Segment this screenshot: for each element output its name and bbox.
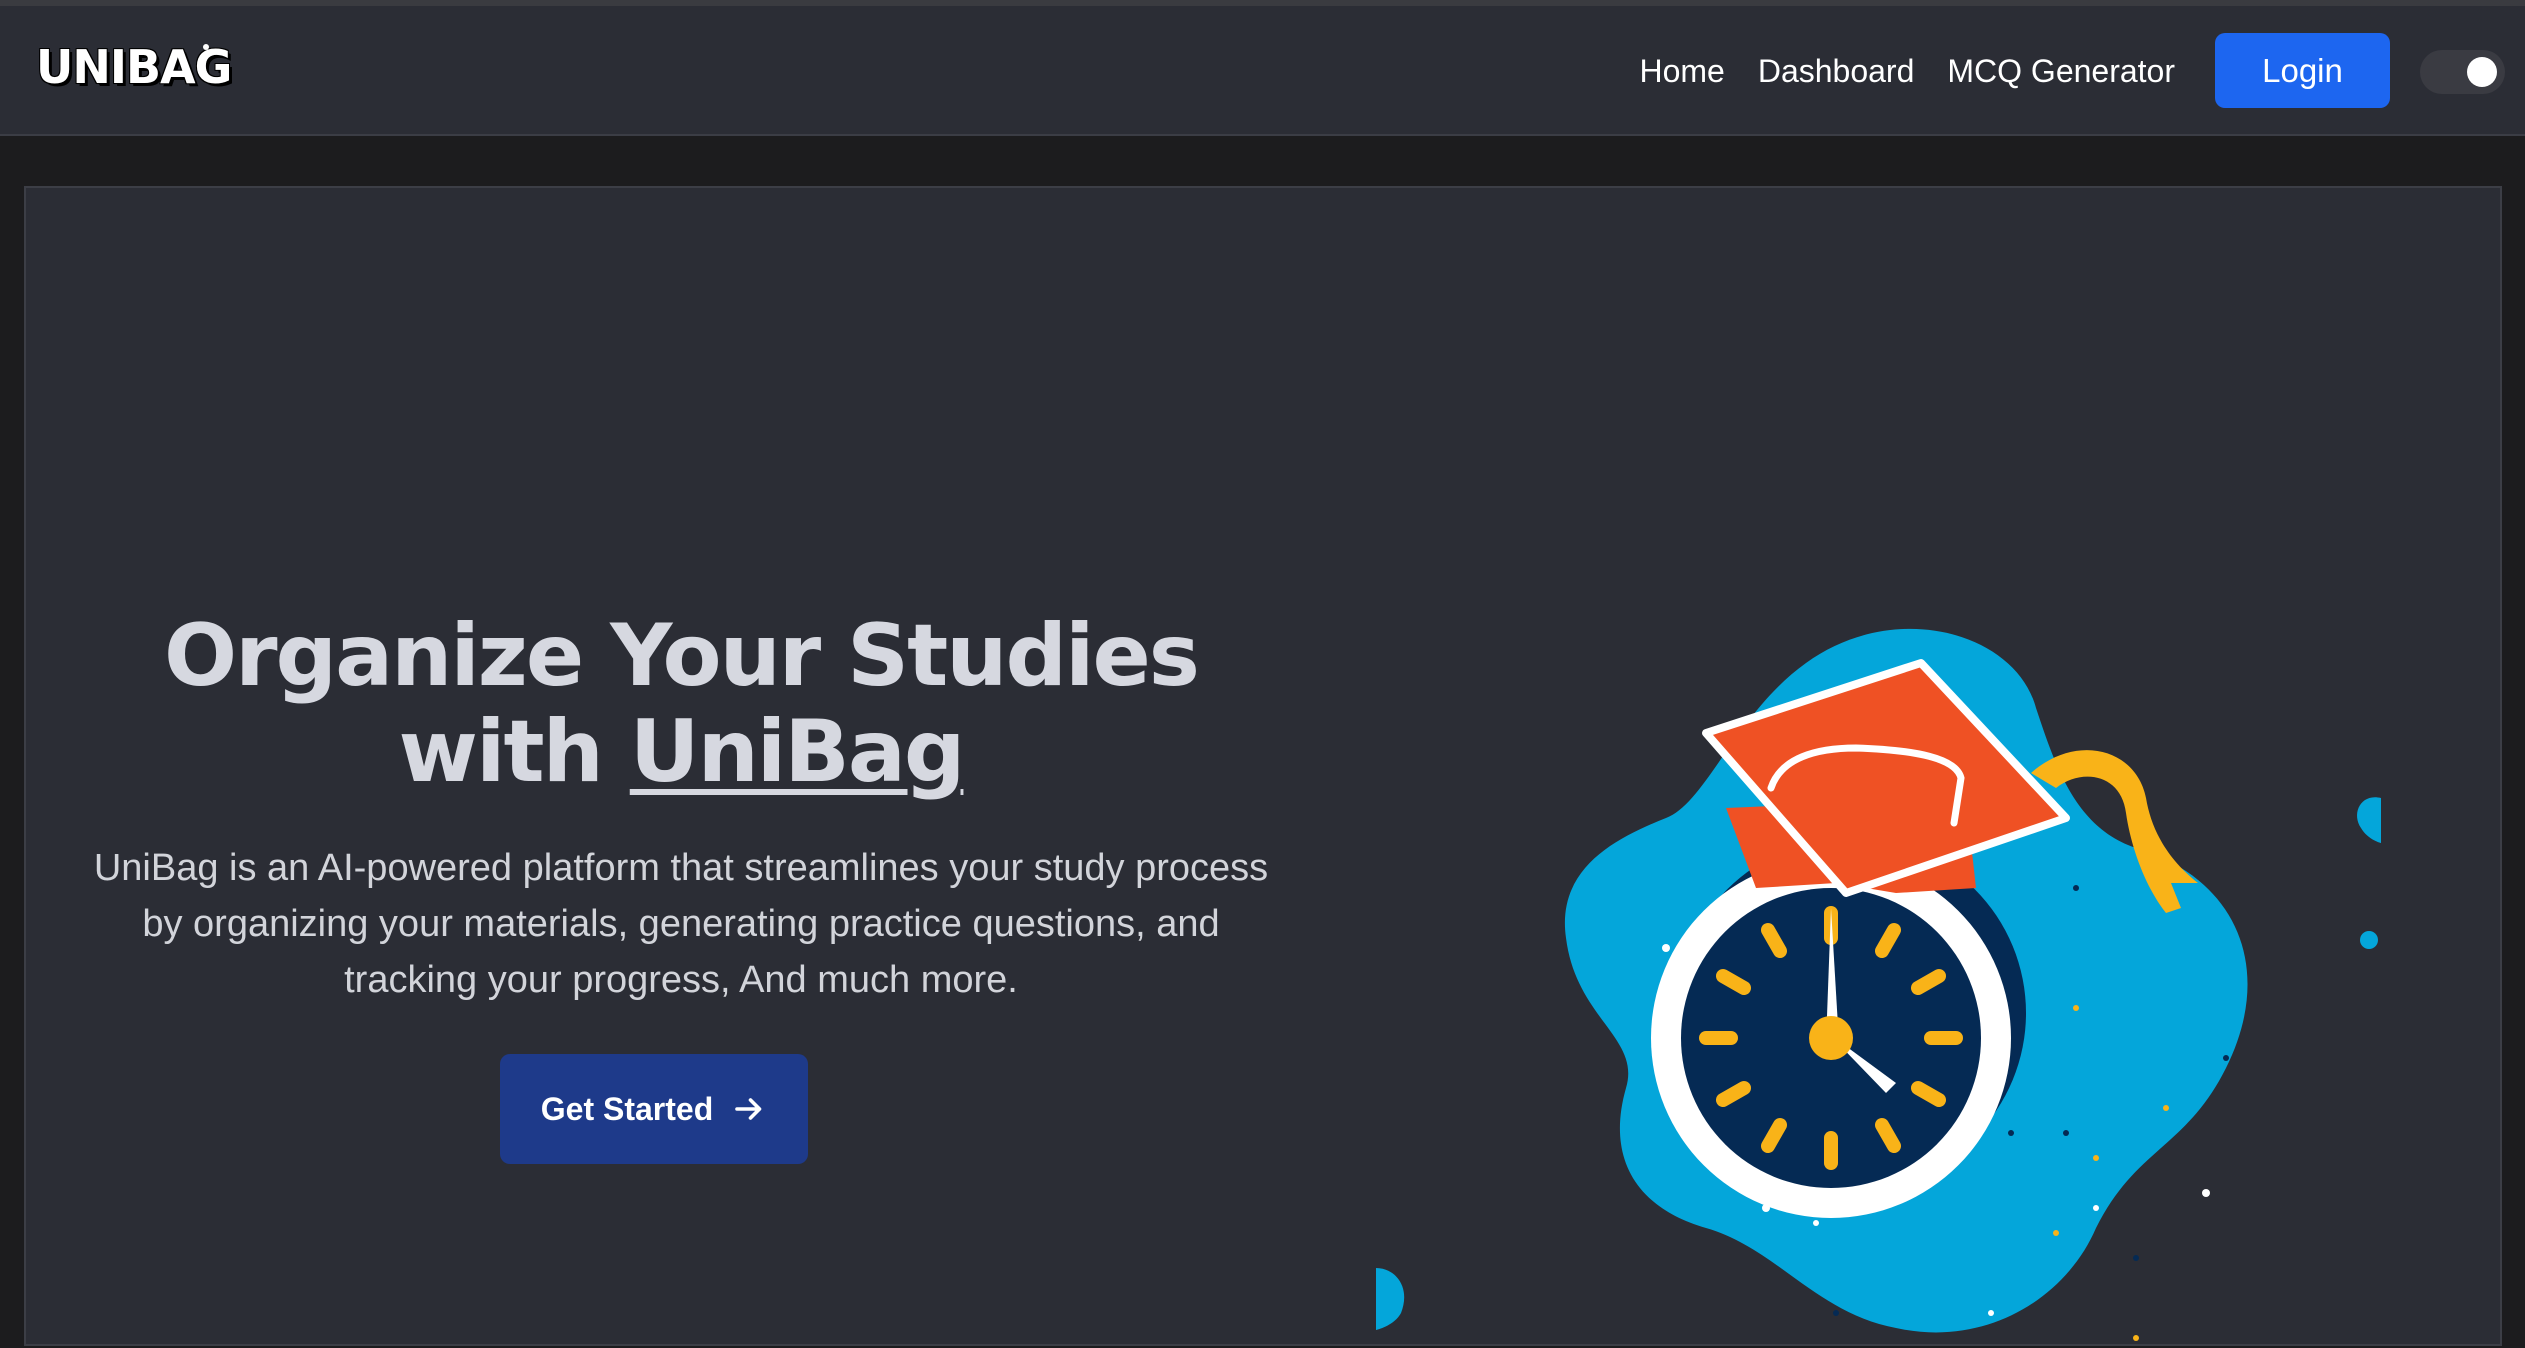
nav-links: Home Dashboard MCQ Generator <box>1639 6 2175 136</box>
nav-home-link[interactable]: Home <box>1639 53 1724 90</box>
small-blob-right <box>2357 797 2381 843</box>
hero-title-line1: Organize Your Studies <box>163 606 1200 706</box>
small-dot-right <box>2360 931 2378 949</box>
get-started-button[interactable]: Get Started <box>500 1054 808 1164</box>
hero-description: UniBag is an AI-powered platform that st… <box>93 847 1269 1001</box>
nav-dashboard-link[interactable]: Dashboard <box>1758 53 1915 90</box>
navbar: UNIBAG Home Dashboard MCQ Generator Logi… <box>0 6 2525 136</box>
graduation-cap-clock-illustration <box>1376 628 2381 1341</box>
clock-center <box>1809 1016 1853 1060</box>
login-button[interactable]: Login <box>2215 33 2390 108</box>
arrow-right-icon <box>735 1098 762 1120</box>
unibag-logo[interactable]: UNIBAG <box>36 40 232 94</box>
logo-registered-dot <box>203 44 209 50</box>
get-started-label: Get Started <box>540 1090 714 1127</box>
hero-title: Organize Your Studies with UniBag <box>86 608 1276 800</box>
hero-title-with: with <box>398 702 630 802</box>
hero-section: Organize Your Studies with UniBag UniBag… <box>24 186 2502 1346</box>
hero-title-brand: UniBag <box>629 702 966 802</box>
nav-mcq-generator-link[interactable]: MCQ Generator <box>1947 53 2175 90</box>
theme-toggle-knob <box>2467 57 2497 87</box>
small-blob-left <box>1376 1268 1405 1330</box>
theme-toggle[interactable] <box>2420 50 2505 94</box>
